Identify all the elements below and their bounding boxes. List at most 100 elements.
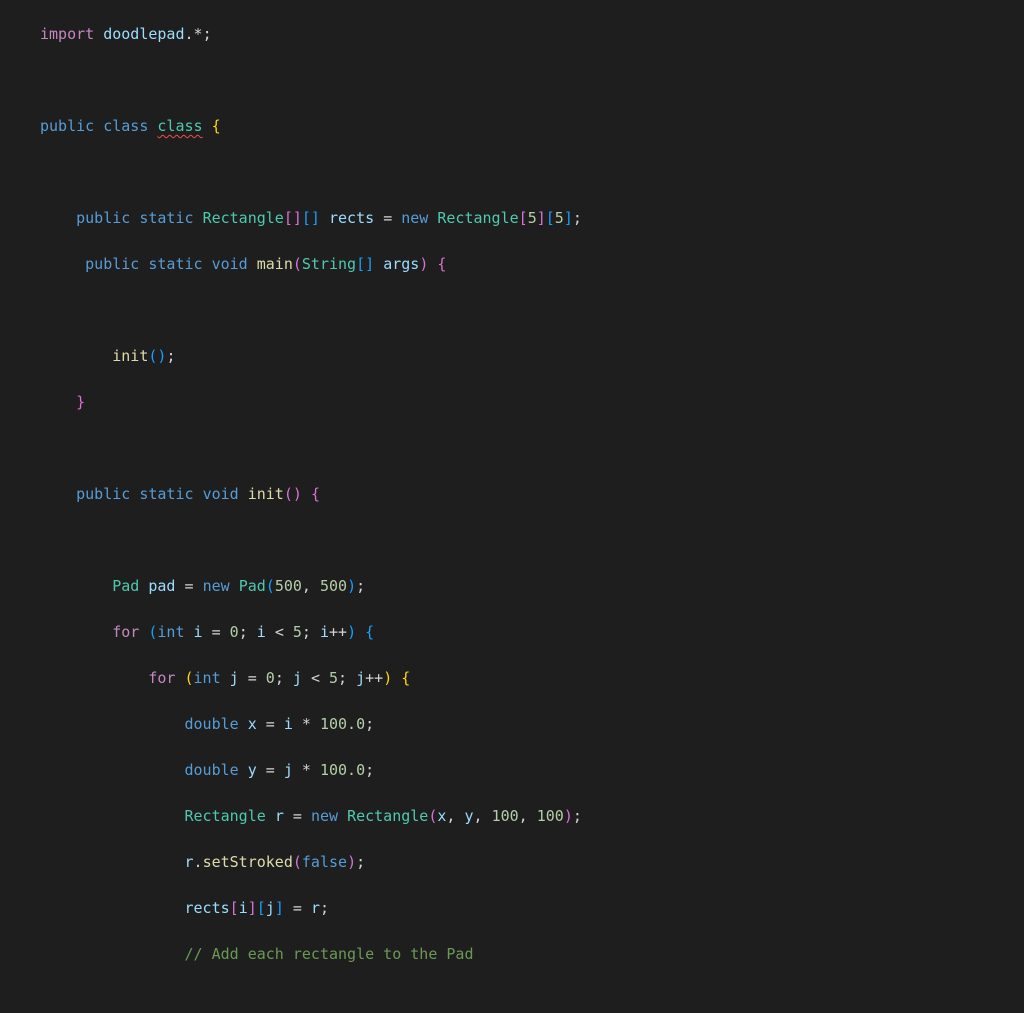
open-brace: { [365, 623, 374, 641]
semicolon: ; [320, 899, 329, 917]
semicolon: ; [239, 623, 248, 641]
code-line[interactable] [40, 69, 799, 92]
code-line[interactable]: double y = j * 100.0; [40, 759, 799, 782]
var-i: i [239, 899, 248, 917]
package-name: doodlepad [103, 25, 184, 43]
keyword-for: for [112, 623, 139, 641]
ctor-pad: Pad [239, 577, 266, 595]
number: 500 [275, 577, 302, 595]
code-editor[interactable]: import doodlepad.*; public class class {… [0, 0, 1024, 1013]
type-rectangle: Rectangle [203, 209, 284, 227]
code-line[interactable] [40, 437, 799, 460]
code-line[interactable]: rects[i][j] = r; [40, 897, 799, 920]
keyword-public: public [85, 255, 139, 273]
bracket: [ [230, 899, 239, 917]
semicolon: ; [356, 577, 365, 595]
keyword-import: import [40, 25, 94, 43]
open-brace: { [311, 485, 320, 503]
op-equals: = [248, 669, 257, 687]
var-j: j [266, 899, 275, 917]
number: 100.0 [320, 761, 365, 779]
type-pad: Pad [112, 577, 139, 595]
arg-y: y [464, 807, 473, 825]
keyword-class: class [103, 117, 148, 135]
op-lt: < [311, 669, 320, 687]
code-line[interactable]: public static Rectangle[][] rects = new … [40, 207, 799, 230]
op-equals: = [293, 899, 302, 917]
op-mul: * [302, 761, 311, 779]
paren: ) [564, 807, 573, 825]
op-equals: = [266, 715, 275, 733]
code-line[interactable] [40, 529, 799, 552]
param-args: args [383, 255, 419, 273]
var-r: r [185, 853, 194, 871]
keyword-new: new [401, 209, 428, 227]
op-equals: = [212, 623, 221, 641]
paren: ( [266, 577, 275, 595]
bracket: ] [564, 209, 573, 227]
keyword-static: static [148, 255, 202, 273]
op-equals: = [266, 761, 275, 779]
var-j: j [356, 669, 365, 687]
var-rects: rects [185, 899, 230, 917]
keyword-for: for [148, 669, 175, 687]
code-line[interactable]: } [40, 391, 799, 414]
semicolon: ; [203, 25, 212, 43]
bracket: ] [275, 899, 284, 917]
code-line[interactable]: import doodlepad.*; [40, 23, 799, 46]
paren: ( [293, 853, 302, 871]
paren: ) [347, 577, 356, 595]
number: 5 [555, 209, 564, 227]
number: 100 [492, 807, 519, 825]
code-line[interactable]: r.setStroked(false); [40, 851, 799, 874]
keyword-double: double [185, 761, 239, 779]
number: 5 [329, 669, 338, 687]
comma: , [302, 577, 311, 595]
number: 0 [230, 623, 239, 641]
paren: ) [383, 669, 392, 687]
bracket: [ [257, 899, 266, 917]
code-line[interactable]: for (int i = 0; i < 5; i++) { [40, 621, 799, 644]
class-name-error: class [157, 117, 202, 135]
var-y: y [248, 761, 257, 779]
keyword-public: public [76, 209, 130, 227]
code-line[interactable] [40, 161, 799, 184]
var-i: i [284, 715, 293, 733]
code-line[interactable] [40, 299, 799, 322]
semicolon: ; [573, 807, 582, 825]
code-line[interactable]: Rectangle r = new Rectangle(x, y, 100, 1… [40, 805, 799, 828]
code-line[interactable]: public static void init() { [40, 483, 799, 506]
semicolon: ; [338, 669, 347, 687]
keyword-static: static [139, 209, 193, 227]
var-i: i [320, 623, 329, 641]
paren: ( [293, 255, 302, 273]
field-rects: rects [329, 209, 374, 227]
bracket: [ [546, 209, 555, 227]
code-line[interactable]: double x = i * 100.0; [40, 713, 799, 736]
semicolon: ; [365, 761, 374, 779]
op-mul: * [302, 715, 311, 733]
call-init: init [112, 347, 148, 365]
code-line[interactable]: init(); [40, 345, 799, 368]
semicolon: ; [166, 347, 175, 365]
type-string: String [302, 255, 356, 273]
op-increment: ++ [329, 623, 347, 641]
code-line[interactable]: public static void main(String[] args) { [40, 253, 799, 276]
ctor-rectangle: Rectangle [347, 807, 428, 825]
code-line[interactable]: for (int j = 0; j < 5; j++) { [40, 667, 799, 690]
keyword-public: public [76, 485, 130, 503]
keyword-int: int [194, 669, 221, 687]
code-area[interactable]: import doodlepad.*; public class class {… [20, 0, 799, 1013]
code-line[interactable]: // Add each rectangle to the Pad [40, 943, 799, 966]
code-line[interactable]: public class class { [40, 115, 799, 138]
op-equals: = [383, 209, 392, 227]
var-x: x [248, 715, 257, 733]
code-line[interactable] [40, 989, 799, 1012]
comma: , [519, 807, 528, 825]
keyword-false: false [302, 853, 347, 871]
comma: , [474, 807, 483, 825]
code-line[interactable]: Pad pad = new Pad(500, 500); [40, 575, 799, 598]
bracket: [] [356, 255, 374, 273]
number: 500 [320, 577, 347, 595]
op-increment: ++ [365, 669, 383, 687]
